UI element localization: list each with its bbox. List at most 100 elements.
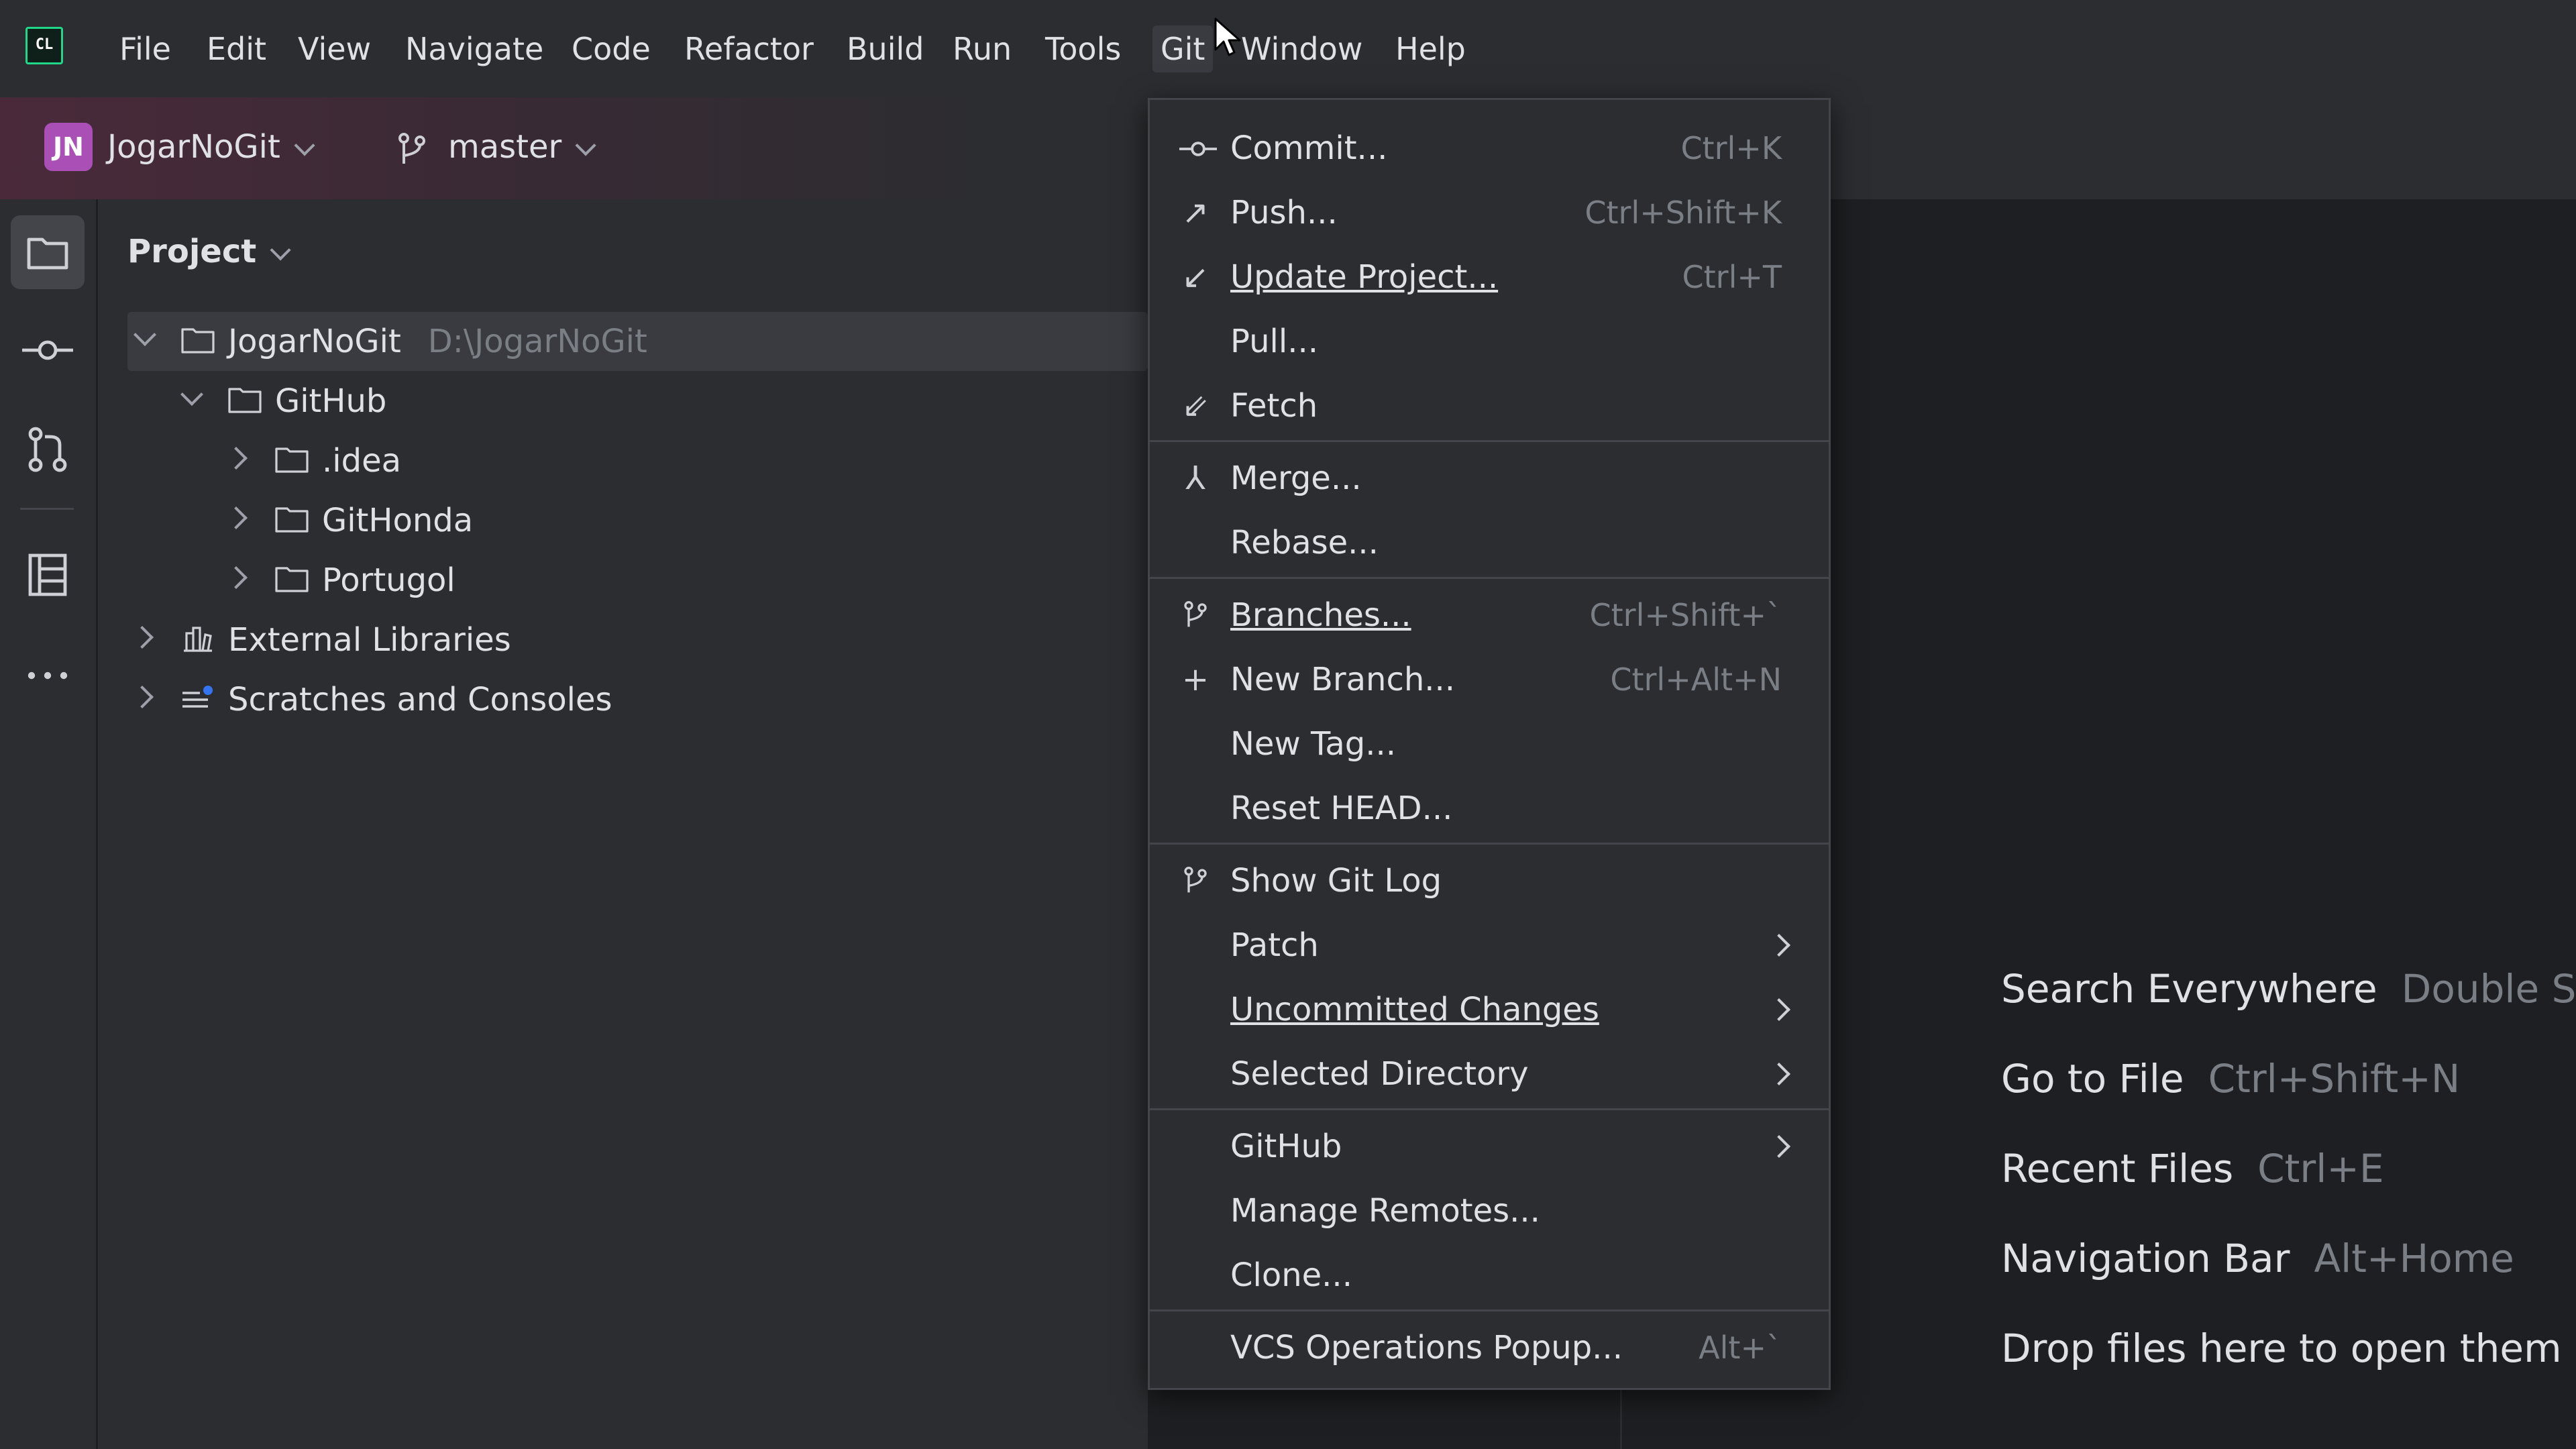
chevron-down-icon — [270, 239, 291, 261]
submenu-arrow-icon — [1768, 998, 1790, 1021]
menu-separator — [1150, 1108, 1829, 1110]
menu-refactor[interactable]: Refactor — [676, 25, 822, 72]
hint-go-to-file: Go to File Ctrl+Shift+N — [2001, 1056, 2461, 1102]
git-menu-clone[interactable]: Clone... — [1150, 1243, 1829, 1307]
tree-item-label: Portugol — [322, 561, 455, 599]
update-icon: ↙ — [1181, 258, 1210, 296]
git-menu-fetch[interactable]: ⇙ Fetch — [1150, 374, 1829, 438]
git-menu-manage-remotes[interactable]: Manage Remotes... — [1150, 1179, 1829, 1243]
branch-icon — [398, 133, 425, 164]
menu-separator — [1150, 1309, 1829, 1311]
menu-edit[interactable]: Edit — [199, 25, 274, 72]
menu-build[interactable]: Build — [839, 25, 932, 72]
folder-icon — [275, 567, 309, 592]
tree-item-label: JogarNoGit — [228, 323, 401, 360]
folder-icon — [181, 328, 215, 354]
tree-item-external-libraries[interactable]: External Libraries — [127, 610, 1148, 669]
tree-item-scratches[interactable]: Scratches and Consoles — [127, 670, 1148, 729]
folder-icon — [275, 447, 309, 473]
menu-file[interactable]: File — [111, 25, 179, 72]
branch-name: master — [448, 128, 562, 166]
pull-requests-tool-button[interactable] — [11, 413, 85, 486]
structure-icon — [28, 553, 67, 596]
clion-logo: CL — [25, 27, 63, 64]
tree-item-githonda[interactable]: GitHonda — [127, 491, 1148, 550]
project-tool-window: Project JogarNoGit D:\JogarNoGit GitHub .… — [98, 199, 1148, 1449]
hint-recent-files: Recent Files Ctrl+E — [2001, 1146, 2384, 1191]
git-menu-pull[interactable]: Pull... — [1150, 309, 1829, 374]
commit-tool-button[interactable] — [11, 313, 85, 387]
project-badge[interactable]: JN — [44, 123, 93, 171]
menu-tools[interactable]: Tools — [1037, 25, 1129, 72]
tree-item-label: Scratches and Consoles — [228, 681, 612, 718]
collapse-arrow-icon[interactable] — [131, 686, 154, 708]
fetch-icon: ⇙ — [1181, 387, 1210, 425]
menu-navigate[interactable]: Navigate — [397, 25, 551, 72]
git-menu-show-git-log[interactable]: Show Git Log — [1150, 849, 1829, 913]
collapse-arrow-icon[interactable] — [225, 506, 248, 529]
git-log-icon — [1179, 849, 1212, 917]
menu-separator — [1150, 843, 1829, 845]
library-icon — [184, 627, 212, 652]
git-menu-branches[interactable]: Branches... Ctrl+Shift+` — [1150, 583, 1829, 647]
more-tools-button[interactable] — [11, 639, 85, 712]
tree-item-path: D:\JogarNoGit — [427, 323, 647, 360]
more-icon — [28, 672, 68, 680]
menu-bar: CL File Edit View Navigate Code Refactor… — [0, 0, 2576, 97]
commit-icon — [22, 340, 73, 360]
menu-view[interactable]: View — [290, 25, 379, 72]
git-menu-update-project[interactable]: ↙ Update Project... Ctrl+T — [1150, 245, 1829, 309]
git-menu-popup: Commit... Ctrl+K ↗ Push... Ctrl+Shift+K … — [1148, 98, 1831, 1390]
submenu-arrow-icon — [1768, 934, 1790, 957]
git-menu-uncommitted-changes[interactable]: Uncommitted Changes — [1150, 977, 1829, 1042]
folder-icon — [27, 237, 68, 270]
project-tool-button[interactable] — [11, 215, 85, 289]
pull-request-icon — [28, 427, 67, 472]
menu-window[interactable]: Window — [1233, 25, 1371, 72]
hint-search-everywhere: Search EverywhereDouble Sh — [2001, 966, 2576, 1012]
folder-icon — [228, 388, 262, 413]
git-menu-github[interactable]: GitHub — [1150, 1114, 1829, 1179]
git-menu-new-tag[interactable]: New Tag... — [1150, 712, 1829, 776]
branch-selector[interactable]: master — [396, 123, 596, 171]
collapse-arrow-icon[interactable] — [131, 626, 154, 649]
chevron-down-icon — [575, 135, 596, 156]
git-menu-selected-directory[interactable]: Selected Directory — [1150, 1042, 1829, 1106]
branch-icon — [1179, 583, 1212, 651]
commit-icon — [1179, 116, 1217, 180]
tree-item-idea[interactable]: .idea — [127, 431, 1148, 490]
expand-arrow-icon[interactable] — [133, 323, 156, 346]
project-view-selector[interactable]: Project — [127, 226, 291, 277]
scratches-icon — [182, 686, 213, 708]
git-menu-push[interactable]: ↗ Push... Ctrl+Shift+K — [1150, 180, 1829, 245]
menu-separator — [1150, 440, 1829, 442]
tree-item-root[interactable]: JogarNoGit D:\JogarNoGit — [127, 312, 1148, 371]
menu-run[interactable]: Run — [945, 25, 1020, 72]
structure-tool-button[interactable] — [11, 538, 85, 612]
menu-help[interactable]: Help — [1387, 25, 1474, 72]
submenu-arrow-icon — [1768, 1135, 1790, 1158]
collapse-arrow-icon[interactable] — [225, 566, 248, 589]
tree-item-label: External Libraries — [228, 621, 511, 659]
git-menu-vcs-operations-popup[interactable]: VCS Operations Popup... Alt+` — [1150, 1316, 1829, 1380]
collapse-arrow-icon[interactable] — [225, 447, 248, 470]
menu-code[interactable]: Code — [564, 25, 659, 72]
editor-divider — [1620, 1382, 1622, 1449]
git-menu-patch[interactable]: Patch — [1150, 913, 1829, 977]
git-menu-commit[interactable]: Commit... Ctrl+K — [1150, 116, 1829, 180]
chevron-down-icon — [294, 135, 315, 156]
git-menu-new-branch[interactable]: + New Branch... Ctrl+Alt+N — [1150, 647, 1829, 712]
git-menu-reset-head[interactable]: Reset HEAD... — [1150, 776, 1829, 841]
git-menu-merge[interactable]: ⅄ Merge... — [1150, 446, 1829, 511]
tree-item-github[interactable]: GitHub — [127, 372, 1148, 431]
project-selector[interactable]: JogarNoGit — [107, 123, 315, 171]
folder-icon — [275, 507, 309, 533]
tree-item-portugol[interactable]: Portugol — [127, 551, 1148, 610]
plus-icon: + — [1181, 661, 1210, 698]
menu-git[interactable]: Git — [1152, 25, 1214, 72]
menu-separator — [1150, 577, 1829, 579]
push-icon: ↗ — [1181, 194, 1210, 231]
git-menu-rebase[interactable]: Rebase... — [1150, 511, 1829, 575]
expand-arrow-icon[interactable] — [180, 383, 203, 406]
mouse-cursor-icon — [1214, 17, 1241, 56]
